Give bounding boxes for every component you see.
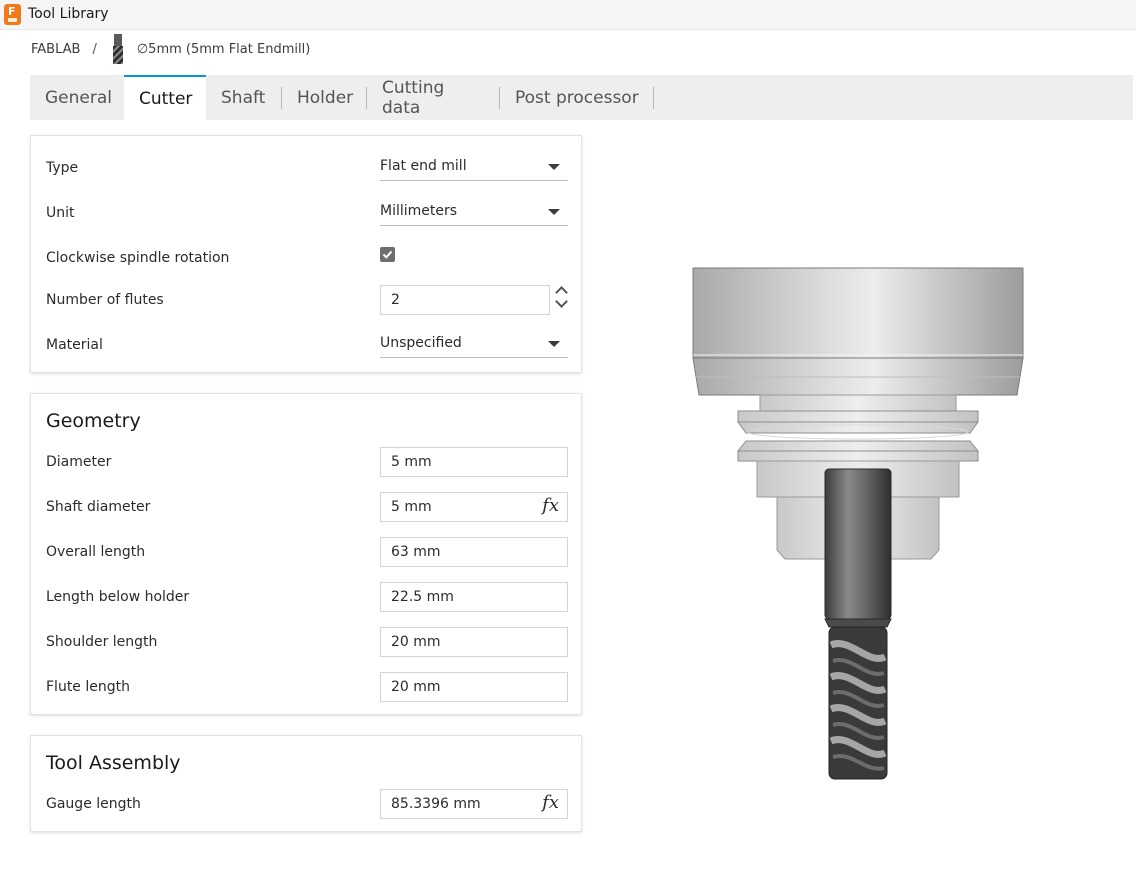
unit-label: Unit: [46, 205, 75, 221]
tab-cutting-data-label: Cutting data: [382, 77, 445, 118]
tab-holder[interactable]: Holder: [282, 75, 367, 120]
geometry-title: Geometry: [46, 410, 141, 432]
length-below-holder-row: Length below holder 22.5 mm: [31, 580, 583, 614]
title-bar: F Tool Library: [0, 0, 1136, 30]
flute-length-value: 20 mm: [391, 679, 441, 695]
tab-cutter[interactable]: Cutter: [124, 75, 206, 120]
clockwise-checkbox[interactable]: [380, 247, 395, 262]
tool-assembly-panel: Tool Assembly Gauge length 85.3396 mm fx: [30, 735, 582, 832]
tool-preview: [690, 265, 1026, 785]
gauge-length-label: Gauge length: [46, 796, 141, 812]
material-value: Unspecified: [380, 335, 462, 351]
shoulder-length-label: Shoulder length: [46, 634, 158, 650]
gauge-length-value: 85.3396 mm: [391, 796, 481, 812]
flutes-input[interactable]: 2: [380, 285, 550, 315]
flutes-stepper[interactable]: [555, 283, 569, 313]
overall-length-row: Overall length 63 mm: [31, 535, 583, 569]
shoulder-length-value: 20 mm: [391, 634, 441, 650]
shaft-diameter-input[interactable]: 5 mm fx: [380, 492, 568, 522]
app-icon-letter: F: [8, 5, 16, 18]
clockwise-row: Clockwise spindle rotation: [31, 241, 583, 275]
flutes-value: 2: [391, 292, 400, 308]
chevron-down-icon: [548, 209, 560, 215]
length-below-holder-label: Length below holder: [46, 589, 190, 605]
flutes-label: Number of flutes: [46, 292, 164, 308]
chevron-down-icon: [548, 164, 560, 170]
material-row: Material Unspecified: [31, 328, 583, 362]
breadcrumb-library[interactable]: FABLAB: [31, 42, 80, 57]
fusion-app-icon: F: [4, 4, 21, 25]
material-label: Material: [46, 337, 103, 353]
app-icon-mark: [8, 18, 17, 22]
geometry-panel: Geometry Diameter 5 mm Shaft diameter 5 …: [30, 393, 582, 715]
type-dropdown[interactable]: Flat end mill: [380, 153, 568, 181]
diameter-row: Diameter 5 mm: [31, 445, 583, 479]
shaft-diameter-row: Shaft diameter 5 mm fx: [31, 490, 583, 524]
length-below-holder-value: 22.5 mm: [391, 589, 454, 605]
breadcrumb: FABLAB / ∅5mm (5mm Flat Endmill): [31, 34, 310, 64]
shaft-diameter-value: 5 mm: [391, 499, 432, 515]
tab-post-processor[interactable]: Post processor: [500, 75, 654, 120]
flutes-row: Number of flutes 2: [31, 283, 583, 317]
tab-cutter-label: Cutter: [139, 88, 193, 109]
chevron-down-icon: [548, 341, 560, 347]
formula-fx-icon[interactable]: fx: [542, 495, 559, 516]
tab-cutting-data[interactable]: Cutting data: [367, 75, 500, 120]
tab-shaft[interactable]: Shaft: [206, 75, 282, 120]
breadcrumb-separator: /: [92, 41, 97, 57]
cutter-panel: Type Flat end mill Unit Millimeters Cloc…: [30, 135, 582, 373]
tab-shaft-label: Shaft: [221, 87, 266, 108]
tab-bar: General Cutter Shaft Holder Cutting data…: [30, 75, 1133, 120]
flute-length-label: Flute length: [46, 679, 130, 695]
diameter-input[interactable]: 5 mm: [380, 447, 568, 477]
overall-length-value: 63 mm: [391, 544, 441, 560]
tab-general-label: General: [45, 87, 112, 108]
type-row: Type Flat end mill: [31, 151, 583, 185]
gauge-length-row: Gauge length 85.3396 mm fx: [31, 787, 583, 821]
checkmark-icon: [382, 250, 393, 259]
diameter-label: Diameter: [46, 454, 112, 470]
material-dropdown[interactable]: Unspecified: [380, 330, 568, 358]
tab-general[interactable]: General: [30, 75, 124, 120]
shoulder-length-input[interactable]: 20 mm: [380, 627, 568, 657]
type-value: Flat end mill: [380, 158, 467, 174]
diameter-value: 5 mm: [391, 454, 432, 470]
formula-fx-icon[interactable]: fx: [542, 792, 559, 813]
tab-post-processor-label: Post processor: [515, 87, 639, 108]
unit-value: Millimeters: [380, 203, 458, 219]
window-title: Tool Library: [28, 6, 109, 22]
unit-dropdown[interactable]: Millimeters: [380, 198, 568, 226]
unit-row: Unit Millimeters: [31, 196, 583, 230]
overall-length-input[interactable]: 63 mm: [380, 537, 568, 567]
tool-holder-preview-icon: [692, 267, 1024, 780]
length-below-holder-input[interactable]: 22.5 mm: [380, 582, 568, 612]
endmill-thumbnail-icon: [111, 34, 125, 64]
clockwise-label: Clockwise spindle rotation: [46, 250, 230, 266]
tab-holder-label: Holder: [297, 87, 354, 108]
flute-length-input[interactable]: 20 mm: [380, 672, 568, 702]
overall-length-label: Overall length: [46, 544, 146, 560]
chevron-down-icon[interactable]: [555, 295, 568, 308]
type-label: Type: [46, 160, 79, 176]
shaft-diameter-label: Shaft diameter: [46, 499, 151, 515]
gauge-length-input[interactable]: 85.3396 mm fx: [380, 789, 568, 819]
shoulder-length-row: Shoulder length 20 mm: [31, 625, 583, 659]
tool-assembly-title: Tool Assembly: [46, 752, 181, 774]
flute-length-row: Flute length 20 mm: [31, 670, 583, 704]
breadcrumb-tool-name: ∅5mm (5mm Flat Endmill): [136, 41, 311, 57]
